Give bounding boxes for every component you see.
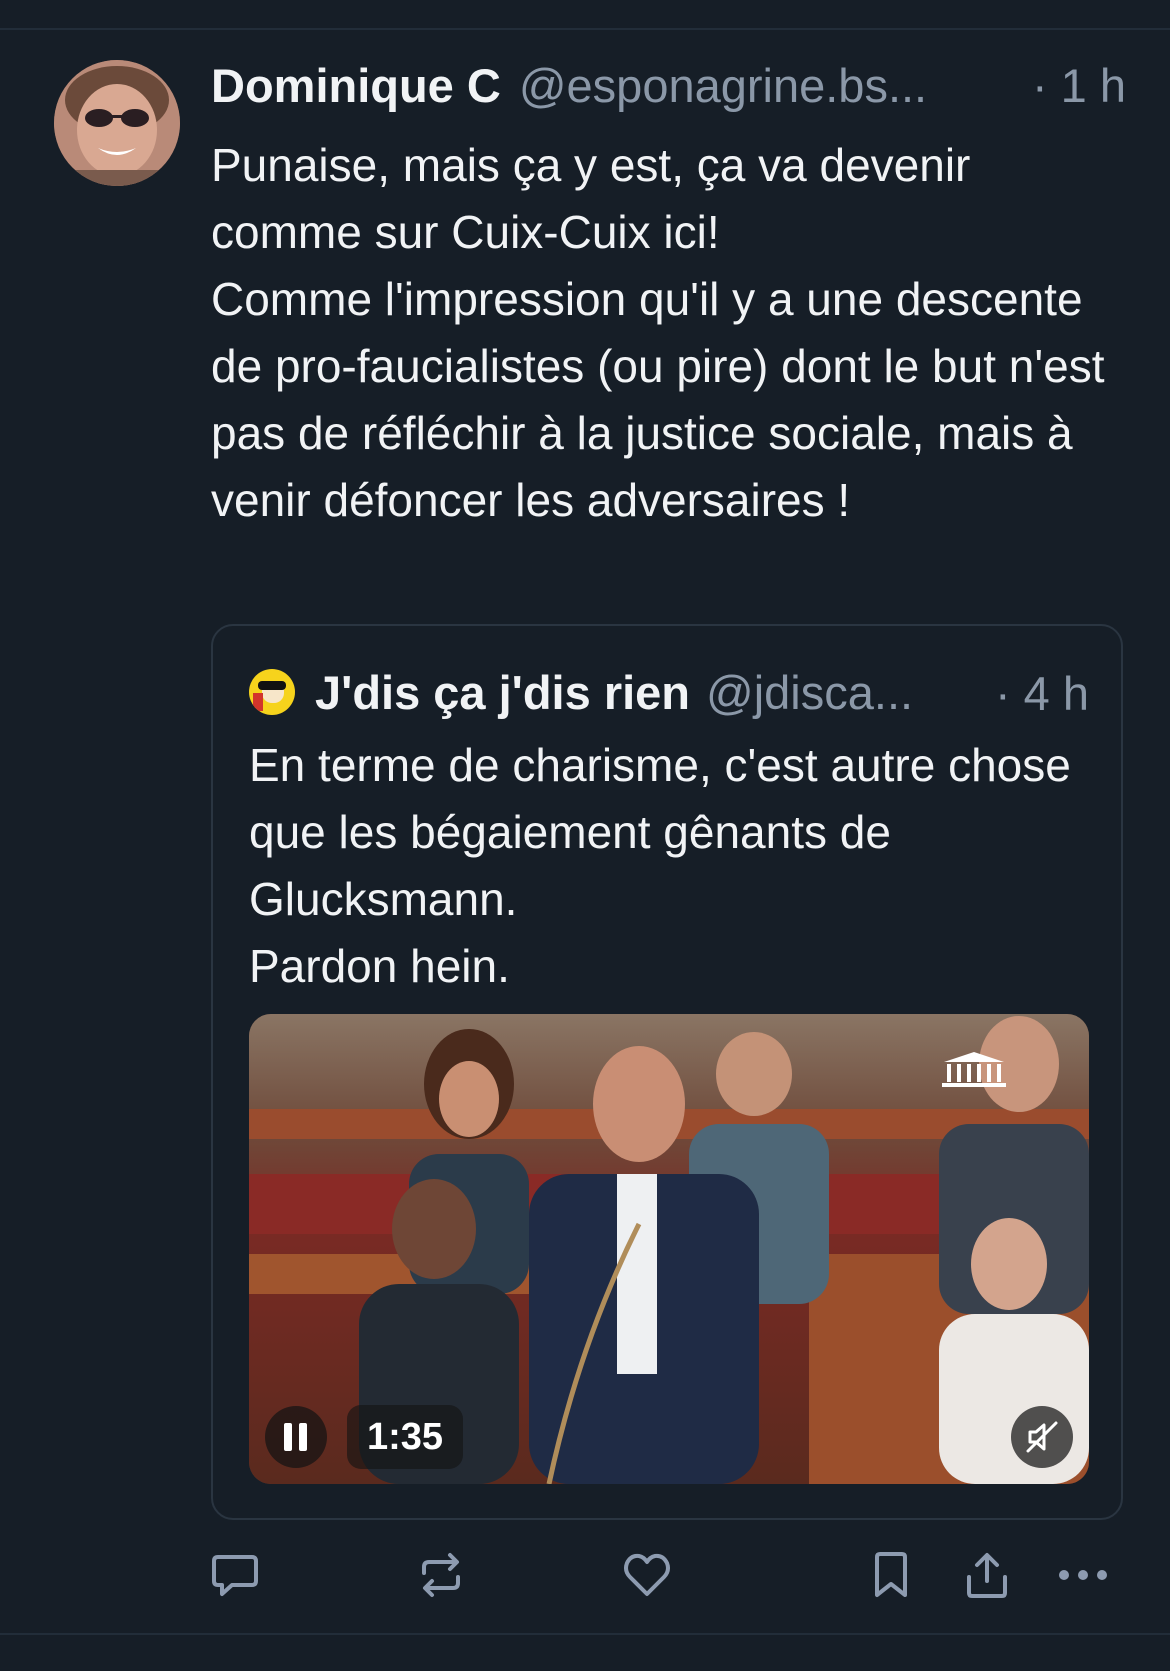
more-options-button[interactable] xyxy=(1048,1540,1118,1610)
pause-icon xyxy=(284,1423,307,1451)
video-duration: 1:35 xyxy=(347,1405,464,1469)
share-icon xyxy=(967,1553,1007,1598)
bookmark-button[interactable] xyxy=(856,1540,926,1610)
quoted-author-handle[interactable]: @jdisca... xyxy=(706,665,913,720)
post-text: Punaise, mais ça y est, ça va devenir co… xyxy=(211,139,1105,526)
bottom-divider xyxy=(0,1633,1170,1635)
post-timestamp[interactable]: · 1 h xyxy=(1032,58,1126,113)
broadcaster-logo xyxy=(942,1052,1006,1087)
post-header: Dominique C @esponagrine.bs... · 1 h xyxy=(211,58,1126,114)
quoted-post-text: En terme de charisme, c'est autre chose … xyxy=(249,739,1071,992)
muted-speaker-icon xyxy=(1026,1421,1058,1453)
author-avatar[interactable] xyxy=(54,60,180,186)
quoted-author-avatar[interactable] xyxy=(249,669,295,715)
more-icon xyxy=(1059,1570,1107,1580)
like-button[interactable] xyxy=(612,1540,682,1610)
reply-icon xyxy=(212,1555,258,1596)
pause-button[interactable] xyxy=(265,1406,327,1468)
share-button[interactable] xyxy=(952,1540,1022,1610)
repost-button[interactable] xyxy=(406,1540,476,1610)
reply-button[interactable] xyxy=(200,1540,270,1610)
top-divider xyxy=(0,28,1170,30)
quoted-author-name[interactable]: J'dis ça j'dis rien xyxy=(315,665,690,720)
repost-icon xyxy=(422,1553,460,1597)
quoted-post-timestamp[interactable]: · 4 h xyxy=(995,666,1089,721)
quoted-post-header: J'dis ça j'dis rien @jdisca... · 4 h xyxy=(249,664,1089,720)
post-actions xyxy=(0,1540,1170,1610)
video-player[interactable]: 1:35 xyxy=(249,1014,1089,1484)
unmute-button[interactable] xyxy=(1011,1406,1073,1468)
author-name[interactable]: Dominique C xyxy=(211,58,501,113)
bookmark-icon xyxy=(875,1552,907,1597)
quoted-post-card[interactable]: J'dis ça j'dis rien @jdisca... · 4 h En … xyxy=(211,624,1123,1520)
like-icon xyxy=(624,1553,670,1596)
author-handle[interactable]: @esponagrine.bs... xyxy=(519,58,927,113)
